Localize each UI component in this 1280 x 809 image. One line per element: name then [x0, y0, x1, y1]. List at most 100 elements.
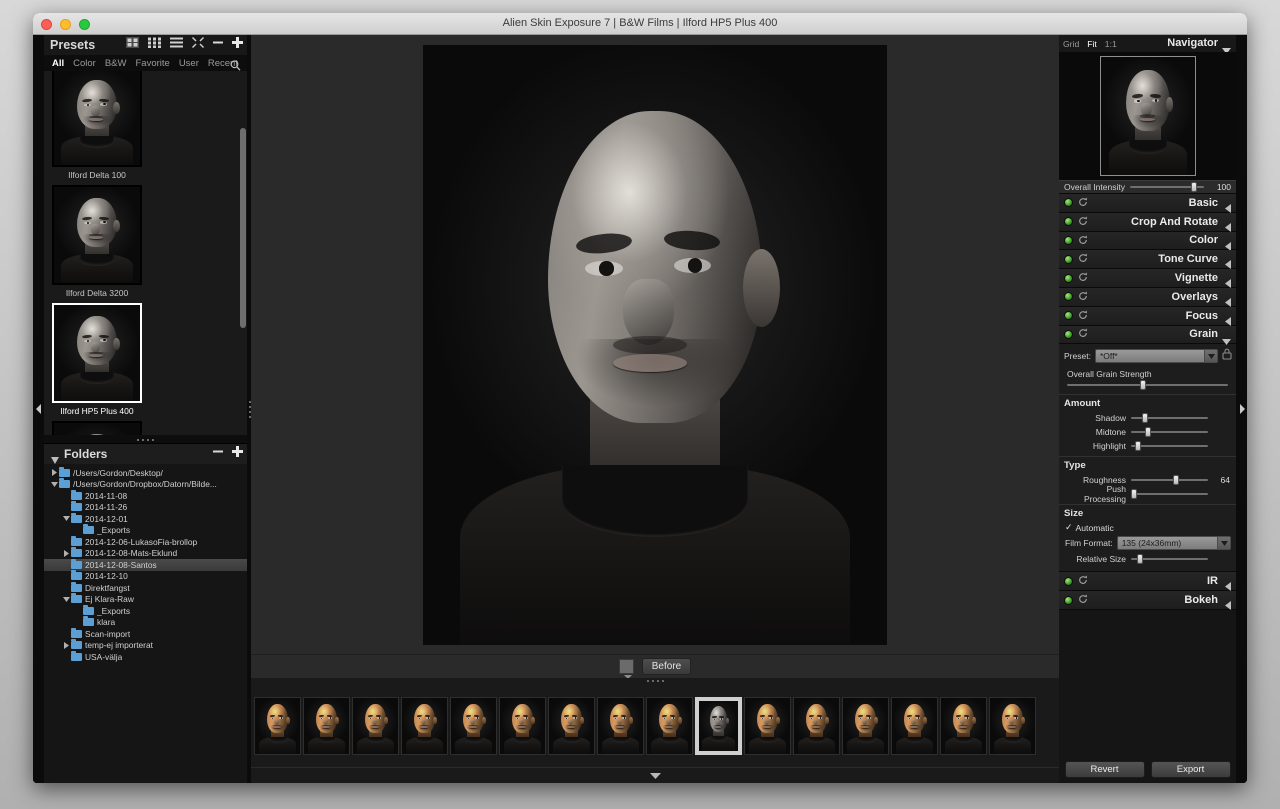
- filmstrip-thumbnail[interactable]: [499, 696, 546, 755]
- preset-thumbnail[interactable]: [52, 421, 142, 435]
- reset-icon[interactable]: [1078, 213, 1088, 231]
- preset-filter-user[interactable]: User: [179, 58, 199, 69]
- zoom-mode-grid[interactable]: Grid: [1063, 39, 1079, 49]
- collapse-right-panel-button[interactable]: [1236, 35, 1247, 783]
- preset-filter-bw[interactable]: B&W: [105, 58, 127, 69]
- grain-automatic-checkbox[interactable]: ✓ Automatic: [1059, 521, 1236, 535]
- reset-icon[interactable]: [1078, 269, 1088, 287]
- grain-push-processing-slider[interactable]: [1131, 489, 1208, 500]
- presets-scrollbar[interactable]: [240, 73, 246, 433]
- section-enable-toggle[interactable]: [1064, 576, 1073, 586]
- export-button[interactable]: Export: [1150, 760, 1231, 778]
- grain-midtone-slider[interactable]: [1131, 427, 1208, 438]
- remove-folder-button[interactable]: [213, 446, 223, 457]
- folder-disclosure[interactable]: [62, 516, 71, 522]
- section-enable-toggle[interactable]: [1064, 329, 1073, 339]
- chevron-down-icon[interactable]: [1217, 537, 1230, 550]
- section-header-tone-curve[interactable]: Tone Curve: [1059, 250, 1236, 270]
- folder-row[interactable]: /Users/Gordon/Desktop/: [44, 466, 247, 479]
- folder-row[interactable]: 2014-12-01: [44, 512, 247, 525]
- folder-disclosure[interactable]: [50, 481, 59, 487]
- navigator-thumbnail[interactable]: [1059, 52, 1236, 180]
- folder-row[interactable]: Ej Klara-Raw: [44, 593, 247, 606]
- preset-item[interactable]: Ilford XP2 Super 400: [50, 419, 144, 435]
- compact-icon[interactable]: [192, 37, 204, 48]
- folder-disclosure[interactable]: [50, 469, 59, 477]
- folder-row[interactable]: 2014-12-08-Santos: [44, 558, 247, 571]
- reset-icon[interactable]: [1078, 307, 1088, 325]
- section-enable-toggle[interactable]: [1064, 198, 1073, 208]
- grain-roughness-slider[interactable]: [1131, 475, 1208, 486]
- folder-disclosure[interactable]: [62, 549, 71, 557]
- filmstrip-thumbnail[interactable]: [548, 696, 595, 755]
- folder-row[interactable]: /Users/Gordon/Dropbox/Datorn/Bilde...: [44, 478, 247, 491]
- section-disclosure-icon[interactable]: [1222, 332, 1231, 350]
- section-header-bokeh[interactable]: Bokeh: [1059, 591, 1236, 611]
- folders-resize-handle[interactable]: [44, 436, 247, 444]
- preset-thumbnail[interactable]: [52, 303, 142, 403]
- navigator-viewport[interactable]: [1100, 56, 1196, 176]
- folders-tree[interactable]: /Users/Gordon/Desktop//Users/Gordon/Drop…: [44, 464, 247, 783]
- preset-item[interactable]: Ilford Delta 3200: [50, 183, 144, 299]
- add-preset-button[interactable]: [232, 37, 243, 48]
- filmstrip-thumbnail[interactable]: [303, 696, 350, 755]
- add-folder-button[interactable]: [232, 446, 243, 457]
- filmstrip-thumbnail[interactable]: [254, 696, 301, 755]
- folder-disclosure[interactable]: [62, 596, 71, 602]
- folder-row[interactable]: 2014-12-06-LukasoFia-brollop: [44, 535, 247, 548]
- section-enable-toggle[interactable]: [1064, 292, 1073, 302]
- folder-disclosure[interactable]: [62, 641, 71, 649]
- filmstrip-thumbnail[interactable]: [891, 696, 938, 755]
- reset-icon[interactable]: [1078, 591, 1088, 609]
- section-header-color[interactable]: Color: [1059, 231, 1236, 251]
- preset-thumbnail[interactable]: [52, 185, 142, 285]
- presets-scroll-area[interactable]: Fuji Neopan 1600Ilford Delta 100Ilford D…: [44, 71, 247, 435]
- section-enable-toggle[interactable]: [1064, 311, 1073, 321]
- reset-icon[interactable]: [1078, 250, 1088, 268]
- filmstrip[interactable]: [251, 684, 1059, 767]
- section-header-vignette[interactable]: Vignette: [1059, 269, 1236, 289]
- folder-row[interactable]: Direktfangst: [44, 581, 247, 594]
- folder-row[interactable]: 2014-11-08: [44, 489, 247, 502]
- section-enable-toggle[interactable]: [1064, 217, 1073, 227]
- folder-row[interactable]: klara: [44, 616, 247, 629]
- relative-size-slider[interactable]: [1131, 554, 1208, 565]
- filmstrip-thumbnail[interactable]: [401, 696, 448, 755]
- background-color-swatch[interactable]: [618, 659, 634, 679]
- folder-row[interactable]: USA-välja: [44, 650, 247, 663]
- reset-icon[interactable]: [1078, 572, 1088, 590]
- grain-highlight-slider[interactable]: [1131, 441, 1208, 452]
- filmstrip-thumbnail[interactable]: [597, 696, 644, 755]
- image-canvas[interactable]: [251, 35, 1059, 654]
- folder-row[interactable]: 2014-12-08-Mats-Eklund: [44, 547, 247, 560]
- folder-row[interactable]: 2014-11-26: [44, 501, 247, 514]
- preset-item[interactable]: Ilford HP5 Plus 400: [50, 301, 144, 417]
- remove-preset-button[interactable]: [213, 37, 223, 48]
- collapse-filmstrip-button[interactable]: [251, 768, 1059, 783]
- preset-filter-all[interactable]: All: [52, 58, 64, 69]
- preset-filter-favorite[interactable]: Favorite: [135, 58, 169, 69]
- folder-row[interactable]: _Exports: [44, 604, 247, 617]
- filmstrip-thumbnail[interactable]: [744, 696, 791, 755]
- small-grid-icon[interactable]: [148, 37, 161, 48]
- zoom-mode-fit[interactable]: Fit: [1087, 39, 1097, 49]
- folder-row[interactable]: _Exports: [44, 524, 247, 537]
- folder-row[interactable]: temp-ej importerat: [44, 639, 247, 652]
- filmstrip-thumbnail[interactable]: [940, 696, 987, 755]
- overall-intensity-slider[interactable]: [1129, 182, 1204, 192]
- preset-filter-color[interactable]: Color: [73, 58, 96, 69]
- preset-item[interactable]: Ilford Delta 100: [50, 71, 144, 181]
- preview-image[interactable]: [423, 44, 887, 645]
- before-button[interactable]: Before: [641, 658, 692, 675]
- section-enable-toggle[interactable]: [1064, 254, 1073, 264]
- section-header-grain[interactable]: Grain: [1059, 325, 1236, 345]
- list-icon[interactable]: [170, 37, 183, 48]
- large-grid-icon[interactable]: [126, 37, 139, 48]
- preset-thumbnail[interactable]: [52, 71, 142, 167]
- section-enable-toggle[interactable]: [1064, 273, 1073, 283]
- reset-icon[interactable]: [1078, 194, 1088, 212]
- section-enable-toggle[interactable]: [1064, 595, 1073, 605]
- section-header-ir[interactable]: IR: [1059, 572, 1236, 592]
- filmstrip-thumbnail[interactable]: [646, 696, 693, 755]
- revert-button[interactable]: Revert: [1064, 760, 1145, 778]
